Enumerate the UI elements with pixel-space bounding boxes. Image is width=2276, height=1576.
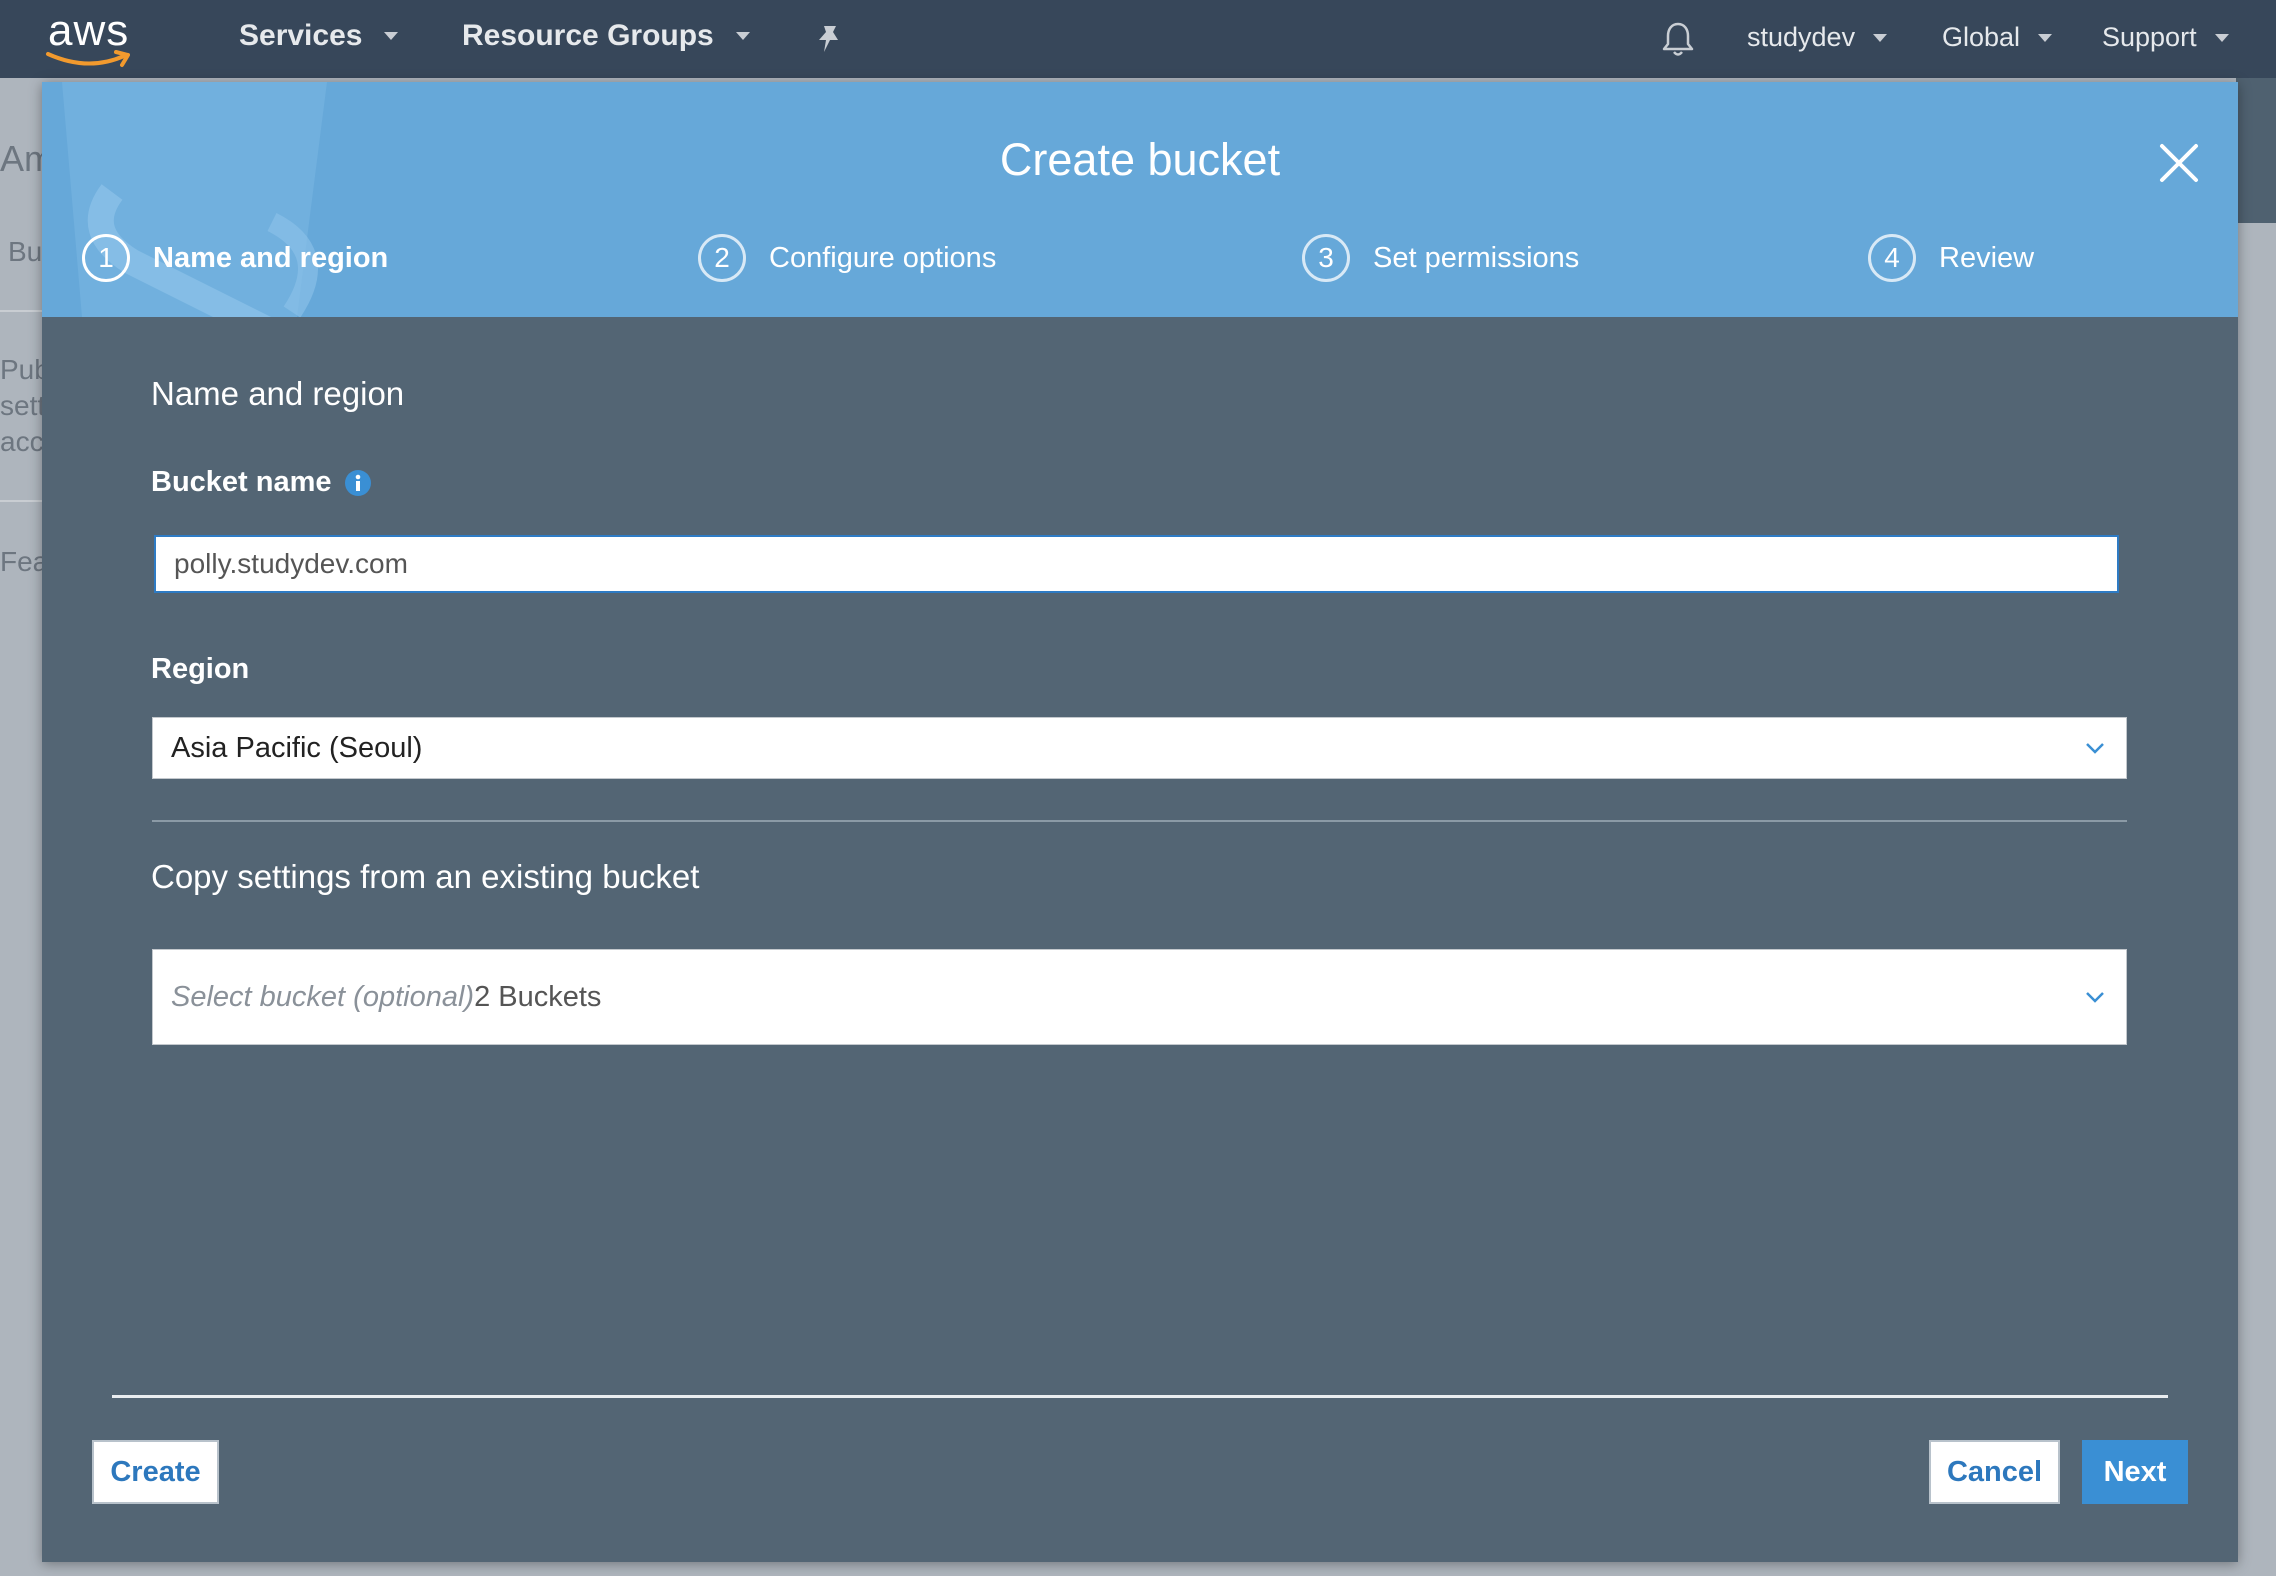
step-number-3: 3 bbox=[1302, 234, 1350, 282]
background-divider bbox=[0, 310, 42, 312]
step-label: Set permissions bbox=[1373, 241, 1580, 274]
background-divider bbox=[0, 500, 42, 502]
section-title: Name and region bbox=[151, 375, 405, 412]
background-header-strip bbox=[2236, 78, 2276, 223]
step-label: Review bbox=[1939, 241, 2035, 274]
account-label: studydev bbox=[1747, 22, 1856, 52]
chevron-down-icon bbox=[384, 32, 399, 40]
resource-groups-menu[interactable]: Resource Groups bbox=[462, 19, 750, 53]
chevron-down-icon bbox=[1873, 33, 1888, 42]
wizard-steps: 1 Name and region 2 Configure options 3 … bbox=[42, 234, 2238, 294]
step-number-1: 1 bbox=[82, 234, 130, 282]
step-set-permissions[interactable]: 3 Set permissions bbox=[1302, 234, 1579, 282]
chevron-down-icon bbox=[2086, 992, 2104, 1003]
region-selected-value: Asia Pacific (Seoul) bbox=[171, 731, 423, 764]
step-configure-options[interactable]: 2 Configure options bbox=[698, 234, 996, 282]
account-menu[interactable]: studydev bbox=[1747, 22, 1888, 53]
region-label-text: Region bbox=[151, 653, 250, 685]
section-divider bbox=[152, 820, 2127, 822]
step-review[interactable]: 4 Review bbox=[1868, 234, 2034, 282]
copy-bucket-placeholder: Select bucket (optional) bbox=[171, 980, 475, 1013]
create-bucket-modal: Create bucket 1 Name and region 2 Config… bbox=[42, 82, 2238, 1562]
region-label: Region bbox=[151, 653, 249, 686]
step-number-4: 4 bbox=[1868, 234, 1916, 282]
services-menu[interactable]: Services bbox=[239, 19, 399, 53]
modal-header: Create bucket 1 Name and region 2 Config… bbox=[42, 82, 2238, 317]
chevron-down-icon bbox=[2038, 33, 2053, 42]
bell-icon[interactable] bbox=[1660, 20, 1696, 58]
resource-groups-label: Resource Groups bbox=[462, 19, 714, 52]
region-label: Global bbox=[1942, 22, 2021, 52]
pin-icon[interactable] bbox=[812, 22, 846, 56]
step-name-and-region[interactable]: 1 Name and region bbox=[82, 234, 388, 282]
step-label: Name and region bbox=[153, 241, 389, 274]
chevron-down-icon bbox=[735, 32, 750, 40]
close-icon[interactable] bbox=[2154, 138, 2204, 188]
copy-settings-title: Copy settings from an existing bucket bbox=[151, 858, 700, 895]
aws-smile-icon bbox=[46, 50, 130, 67]
support-menu[interactable]: Support bbox=[2102, 22, 2229, 53]
copy-bucket-select[interactable]: Select bucket (optional) 2 Buckets bbox=[152, 949, 2127, 1045]
step-label: Configure options bbox=[769, 241, 997, 274]
region-menu[interactable]: Global bbox=[1942, 22, 2053, 53]
info-icon[interactable] bbox=[344, 469, 372, 497]
cancel-button[interactable]: Cancel bbox=[1929, 1440, 2060, 1504]
chevron-down-icon bbox=[2086, 743, 2104, 754]
bucket-name-label-text: Bucket name bbox=[151, 466, 332, 498]
support-label: Support bbox=[2102, 22, 2197, 52]
bucket-name-input[interactable] bbox=[154, 535, 2119, 593]
next-button[interactable]: Next bbox=[2082, 1440, 2188, 1504]
modal-title: Create bucket bbox=[999, 134, 1281, 185]
footer-divider bbox=[112, 1395, 2168, 1398]
create-button[interactable]: Create bbox=[92, 1440, 219, 1504]
step-number-2: 2 bbox=[698, 234, 746, 282]
chevron-down-icon bbox=[2214, 33, 2229, 42]
bucket-count: 2 Buckets bbox=[474, 980, 602, 1013]
services-label: Services bbox=[239, 19, 363, 52]
background-text: Bu bbox=[8, 236, 43, 267]
top-navigation-bar: aws Services Resource Groups studydev Gl… bbox=[0, 0, 2276, 78]
aws-logo[interactable]: aws bbox=[44, 6, 144, 70]
bucket-name-label: Bucket name bbox=[151, 466, 372, 499]
region-select[interactable]: Asia Pacific (Seoul) bbox=[152, 717, 2127, 779]
